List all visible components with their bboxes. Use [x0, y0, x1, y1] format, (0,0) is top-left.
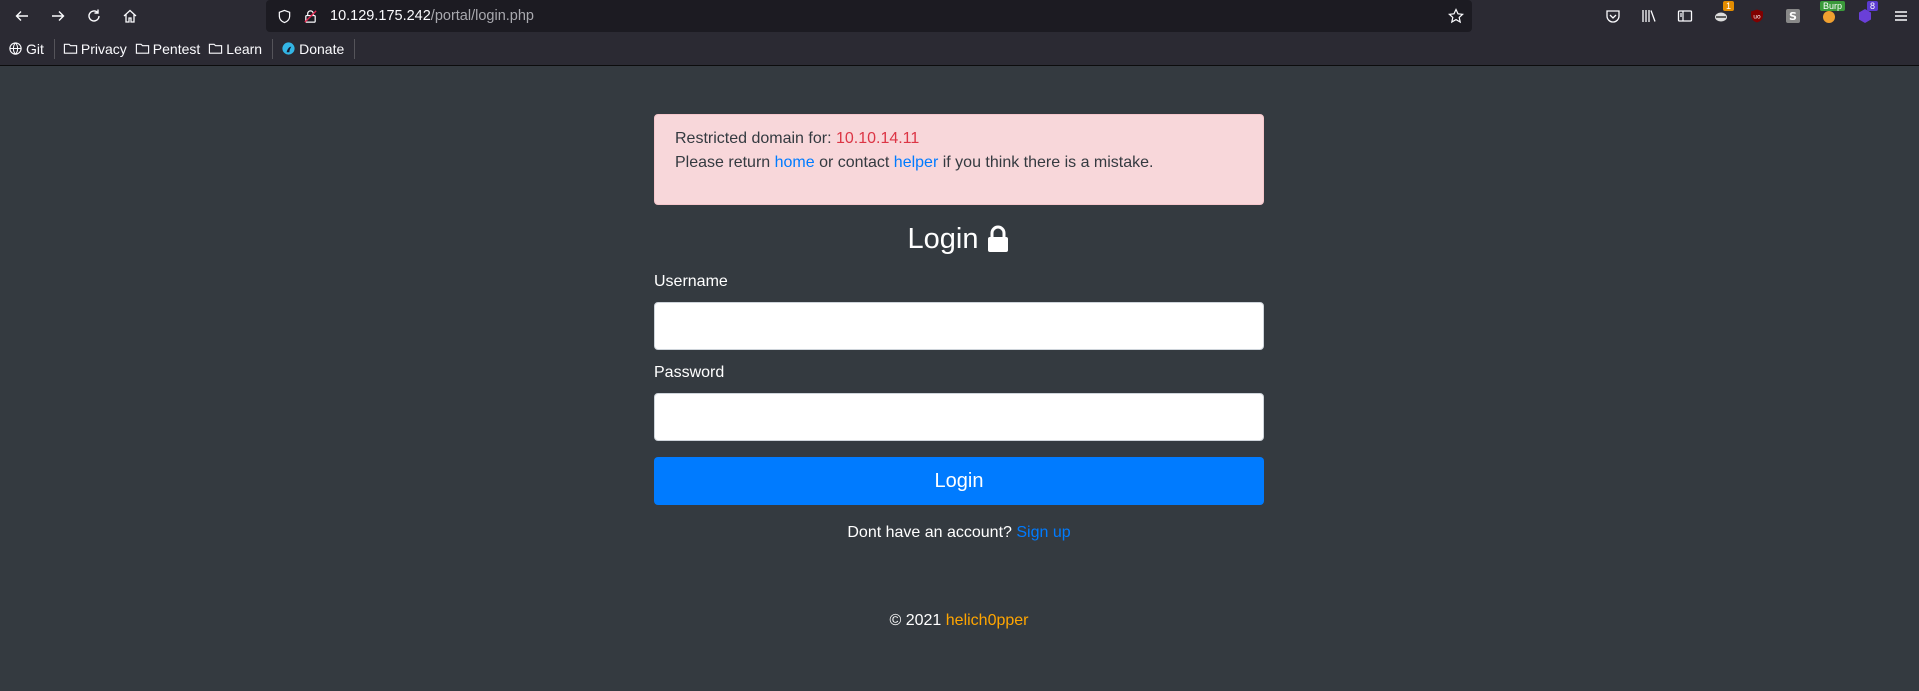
back-button[interactable] — [4, 0, 40, 32]
signup-prompt: Dont have an account? Sign up — [654, 524, 1264, 542]
bookmark-label: Privacy — [80, 40, 127, 57]
bookmark-folder-privacy[interactable]: Privacy — [63, 41, 127, 57]
page-title: Login — [654, 219, 1264, 259]
bookmark-folder-pentest[interactable]: Pentest — [135, 41, 200, 57]
extension-s-icon: S — [1786, 9, 1800, 23]
shield-icon[interactable] — [276, 8, 292, 24]
restricted-domain-alert: Restricted domain for: 10.10.14.11 Pleas… — [654, 114, 1264, 205]
url-bar[interactable]: 10.129.175.242/portal/login.php — [266, 0, 1472, 32]
bookmark-separator — [53, 38, 55, 59]
password-input[interactable] — [654, 393, 1264, 441]
author-name: helich0pper — [945, 612, 1029, 629]
alert-prefix: Restricted domain for: — [675, 130, 836, 147]
alert-line-2: Please return home or contact helper if … — [675, 151, 1243, 175]
svg-text:uo: uo — [1753, 14, 1761, 21]
alert-line-1: Restricted domain for: 10.10.14.11 — [675, 127, 1243, 151]
reload-button[interactable] — [76, 0, 112, 32]
bookmark-label: Donate — [299, 40, 345, 57]
login-container: Restricted domain for: 10.10.14.11 Pleas… — [654, 114, 1264, 630]
browser-toolbar: 10.129.175.242/portal/login.php 1 uo S B… — [0, 0, 1919, 32]
bookmark-separator — [272, 38, 274, 59]
bookmark-folder-learn[interactable]: Learn — [208, 41, 262, 57]
folder-icon — [209, 43, 223, 54]
menu-button[interactable] — [1883, 0, 1919, 32]
login-button[interactable]: Login — [654, 457, 1264, 505]
extension-badge: 1 — [1722, 1, 1734, 11]
sidebar-button[interactable] — [1667, 0, 1703, 32]
home-icon — [123, 9, 137, 23]
bookmark-star-icon[interactable] — [1448, 8, 1464, 29]
library-button[interactable] — [1631, 0, 1667, 32]
folder-icon — [135, 43, 149, 54]
bookmark-git[interactable]: Git — [8, 41, 44, 57]
folder-icon — [63, 43, 78, 54]
helper-link[interactable]: helper — [894, 154, 938, 171]
home-button[interactable] — [112, 0, 148, 32]
home-link[interactable]: home — [775, 154, 815, 171]
arrow-right-icon — [52, 11, 65, 21]
toolbar-right-icons: 1 uo S Burp 8 — [1595, 0, 1919, 32]
username-label: Username — [654, 273, 728, 290]
reload-icon — [88, 9, 100, 22]
alert-text: Please return — [675, 154, 775, 171]
library-icon — [1642, 10, 1656, 22]
extension-s-button[interactable]: S — [1775, 0, 1811, 32]
extension-count-badge: 8 — [1866, 1, 1878, 11]
signup-prompt-text: Dont have an account? — [847, 524, 1017, 541]
bookmark-separator — [354, 38, 356, 59]
username-input[interactable] — [654, 302, 1264, 350]
bookmark-label: Learn — [226, 40, 263, 57]
insecure-lock-icon[interactable] — [302, 8, 318, 24]
lock-icon — [988, 225, 1009, 252]
sidebar-icon — [1677, 10, 1693, 22]
alert-text: or contact — [814, 154, 894, 171]
burp-badge: Burp — [1819, 1, 1845, 11]
bookmarks-toolbar: Git Privacy Pentest Learn Donate — [0, 32, 1919, 66]
password-label: Password — [654, 364, 725, 381]
page-content: Restricted domain for: 10.10.14.11 Pleas… — [0, 66, 1919, 691]
extension-button-1[interactable]: 1 — [1703, 0, 1739, 32]
footer: © 2021 helich0pper — [654, 612, 1264, 630]
bookmark-donate[interactable]: Donate — [281, 41, 344, 57]
pocket-icon — [1606, 10, 1620, 23]
extension-cube-button[interactable]: 8 — [1847, 0, 1883, 32]
burp-extension-button[interactable]: Burp — [1811, 0, 1847, 32]
svg-text:S: S — [1789, 10, 1797, 23]
arrow-left-icon — [15, 11, 28, 21]
page-title-text: Login — [907, 222, 979, 255]
url-text[interactable]: 10.129.175.242/portal/login.php — [330, 8, 534, 24]
hamburger-menu-icon — [1895, 11, 1907, 21]
ublock-button[interactable]: uo — [1739, 0, 1775, 32]
pocket-button[interactable] — [1595, 0, 1631, 32]
alert-text: if you think there is a mistake. — [938, 154, 1154, 171]
parrot-icon — [282, 42, 295, 55]
globe-icon — [9, 42, 22, 55]
bookmark-label: Pentest — [152, 40, 201, 57]
alert-ip: 10.10.14.11 — [835, 130, 920, 147]
forward-button[interactable] — [40, 0, 76, 32]
signup-link[interactable]: Sign up — [1016, 524, 1070, 541]
ublock-icon: uo — [1751, 9, 1763, 23]
bookmark-label: Git — [26, 40, 44, 57]
copyright-text: © 2021 — [889, 612, 946, 629]
